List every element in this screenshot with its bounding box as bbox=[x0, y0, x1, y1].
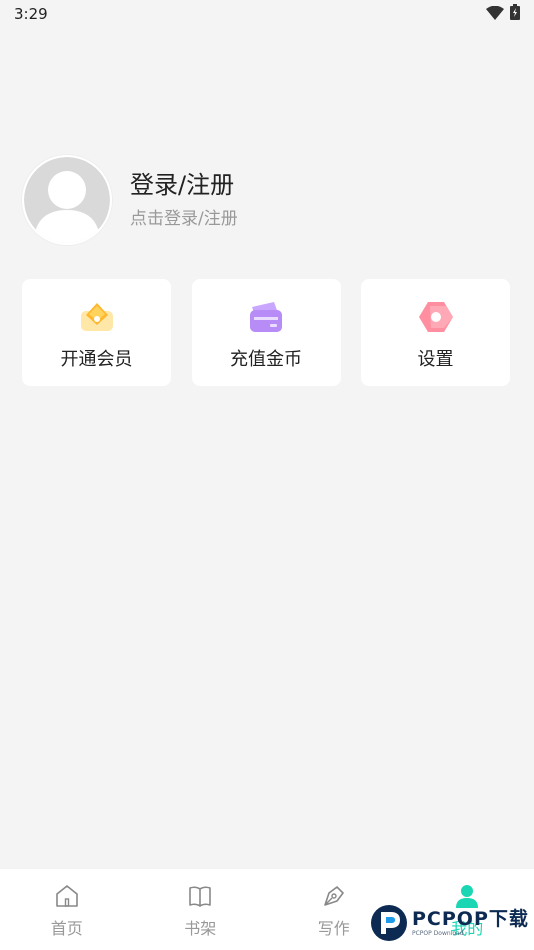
battery-icon bbox=[510, 4, 520, 24]
pcpop-logo-icon bbox=[371, 905, 407, 941]
tab-bookshelf-label: 书架 bbox=[184, 919, 217, 938]
watermark-sub: PCPOP Download bbox=[412, 930, 464, 937]
vip-card-button[interactable]: 开通会员 bbox=[22, 279, 171, 386]
status-time: 3:29 bbox=[14, 5, 48, 23]
tab-write-label: 写作 bbox=[317, 919, 350, 938]
status-icons bbox=[486, 4, 520, 24]
tab-home[interactable]: 首页 bbox=[0, 869, 134, 950]
tab-home-label: 首页 bbox=[50, 919, 83, 938]
recharge-card-icon bbox=[250, 302, 282, 332]
recharge-card-button[interactable]: 充值金币 bbox=[191, 279, 341, 386]
login-title[interactable]: 登录/注册 bbox=[130, 170, 238, 200]
settings-gear-icon bbox=[418, 302, 453, 332]
watermark: PCPOP下载 PCPOP Download bbox=[370, 900, 534, 946]
vip-label: 开通会员 bbox=[60, 349, 133, 370]
default-avatar-icon bbox=[24, 157, 110, 243]
vip-crown-icon bbox=[80, 303, 113, 331]
profile-text: 登录/注册 点击登录/注册 bbox=[130, 170, 238, 230]
status-bar: 3:29 bbox=[0, 0, 534, 28]
pen-icon bbox=[323, 886, 344, 906]
settings-label: 设置 bbox=[417, 349, 454, 370]
recharge-label: 充值金币 bbox=[230, 349, 302, 370]
home-icon bbox=[55, 885, 78, 907]
watermark-main: PCPOP下载 bbox=[412, 908, 529, 930]
avatar[interactable] bbox=[22, 155, 112, 245]
watermark-text: PCPOP下载 PCPOP Download bbox=[412, 908, 529, 938]
profile-header[interactable]: 登录/注册 点击登录/注册 bbox=[22, 154, 512, 246]
wifi-icon bbox=[486, 5, 504, 24]
tab-bookshelf[interactable]: 书架 bbox=[134, 869, 268, 950]
book-icon bbox=[189, 886, 212, 907]
login-subtitle: 点击登录/注册 bbox=[130, 209, 238, 229]
quick-actions: 开通会员 充值金币 设置 bbox=[22, 279, 510, 386]
settings-card-button[interactable]: 设置 bbox=[361, 279, 510, 386]
